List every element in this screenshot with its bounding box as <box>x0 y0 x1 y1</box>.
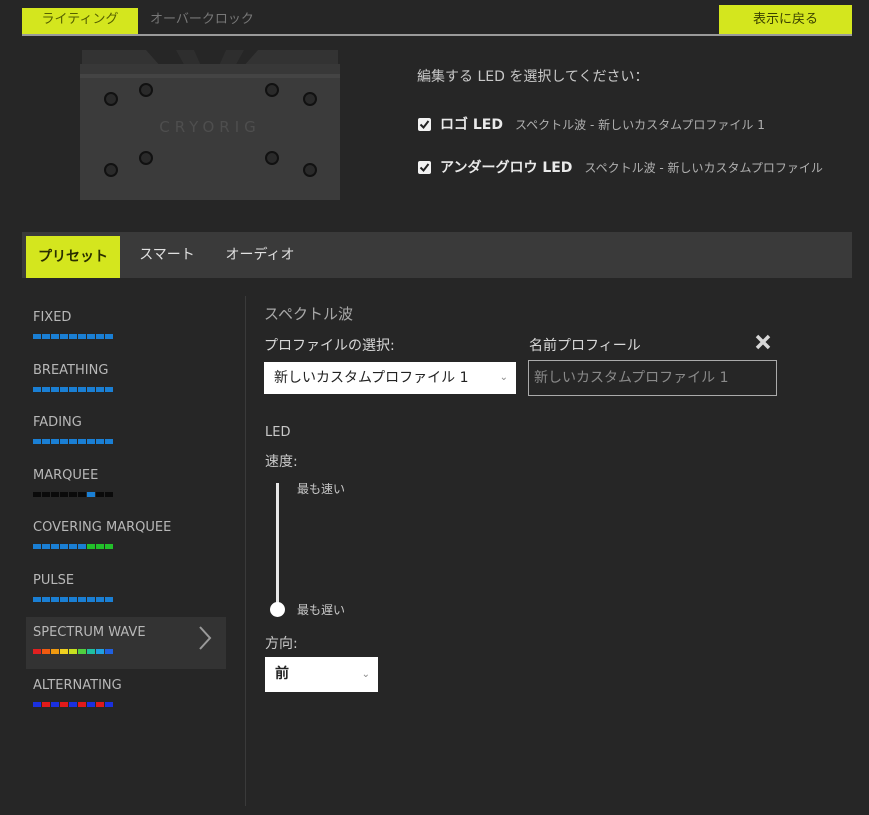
speed-label: 速度: <box>265 454 298 470</box>
logo-led-description: スペクトル波 - 新しいカスタムプロファイル 1 <box>514 117 765 132</box>
cooler-image: CRYORIG <box>80 50 340 200</box>
check-icon <box>419 162 430 172</box>
tab-lighting[interactable]: ライティング <box>22 8 138 34</box>
logo-led-checkbox[interactable] <box>418 117 431 131</box>
effect-item-pulse[interactable]: PULSE <box>26 571 226 623</box>
led-select-title: 編集する LED を選択してください： <box>417 69 649 85</box>
effect-item-alternating[interactable]: ALTERNATING <box>26 676 226 728</box>
effect-color-preview <box>33 702 114 707</box>
led-label: LED <box>265 425 291 440</box>
effect-label: ALTERNATING <box>33 678 122 693</box>
profile-name-label: 名前プロフィール <box>529 338 641 354</box>
tab-smart[interactable]: スマート <box>132 232 202 278</box>
speed-slider-track[interactable] <box>276 483 279 608</box>
profile-select[interactable]: 新しいカスタムプロファイル 1 ⌄ <box>264 362 516 394</box>
effect-color-preview <box>33 597 114 602</box>
effect-color-preview <box>33 387 114 392</box>
effect-item-fading[interactable]: FADING <box>26 413 226 465</box>
mode-tab-bar: プリセット スマート オーディオ <box>22 232 852 278</box>
effect-item-marquee[interactable]: MARQUEE <box>26 466 226 518</box>
speed-min-label: 最も遅い <box>297 603 346 617</box>
effect-label: FADING <box>33 415 82 430</box>
direction-select-value: 前 <box>275 666 289 682</box>
close-icon[interactable] <box>753 332 773 352</box>
header-divider <box>22 34 852 36</box>
effect-color-preview <box>33 439 114 444</box>
effect-item-spectrum-wave[interactable]: SPECTRUM WAVE <box>26 617 226 669</box>
profile-name-input[interactable]: 新しいカスタムプロファイル 1 <box>528 360 777 396</box>
effect-title: スペクトル波 <box>264 305 353 323</box>
effect-color-preview <box>33 334 114 339</box>
back-to-display-button[interactable]: 表示に戻る <box>719 5 852 34</box>
effect-item-breathing[interactable]: BREATHING <box>26 361 226 413</box>
led-item-underglow[interactable]: アンダーグロウ LED スペクトル波 - 新しいカスタムプロファイル <box>418 156 823 178</box>
effect-label: COVERING MARQUEE <box>33 520 172 535</box>
effect-item-fixed[interactable]: FIXED <box>26 308 226 360</box>
underglow-led-name: アンダーグロウ LED <box>440 160 573 176</box>
speed-max-label: 最も速い <box>297 482 346 496</box>
chevron-down-icon: ⌄ <box>361 669 370 680</box>
underglow-led-description: スペクトル波 - 新しいカスタムプロファイル <box>584 160 823 175</box>
effect-color-preview <box>33 544 114 549</box>
effect-color-preview <box>33 492 114 497</box>
logo-led-name: ロゴ LED <box>440 117 503 133</box>
profile-select-label: プロファイルの選択: <box>264 338 395 354</box>
effect-item-covering-marquee[interactable]: COVERING MARQUEE <box>26 518 226 570</box>
chevron-right-icon <box>199 626 212 650</box>
cooler-brand-logo: CRYORIG <box>159 118 261 136</box>
tab-preset[interactable]: プリセット <box>26 236 120 278</box>
effect-color-preview <box>33 649 114 654</box>
effect-label: MARQUEE <box>33 468 99 483</box>
direction-label: 方向: <box>265 636 298 652</box>
effect-label: SPECTRUM WAVE <box>33 625 146 640</box>
effect-label: PULSE <box>33 573 75 588</box>
direction-select[interactable]: 前 ⌄ <box>265 657 378 692</box>
check-icon <box>419 119 430 129</box>
tab-audio[interactable]: オーディオ <box>220 232 300 278</box>
panel-divider <box>245 296 246 806</box>
speed-slider-handle[interactable] <box>270 602 285 617</box>
effect-label: FIXED <box>33 310 72 325</box>
led-item-logo[interactable]: ロゴ LED スペクトル波 - 新しいカスタムプロファイル 1 <box>418 113 765 135</box>
tab-overclock[interactable]: オーバークロック <box>150 8 260 34</box>
profile-select-value: 新しいカスタムプロファイル 1 <box>274 370 469 386</box>
effect-label: BREATHING <box>33 363 109 378</box>
underglow-led-checkbox[interactable] <box>418 160 431 174</box>
chevron-down-icon: ⌄ <box>499 372 508 383</box>
